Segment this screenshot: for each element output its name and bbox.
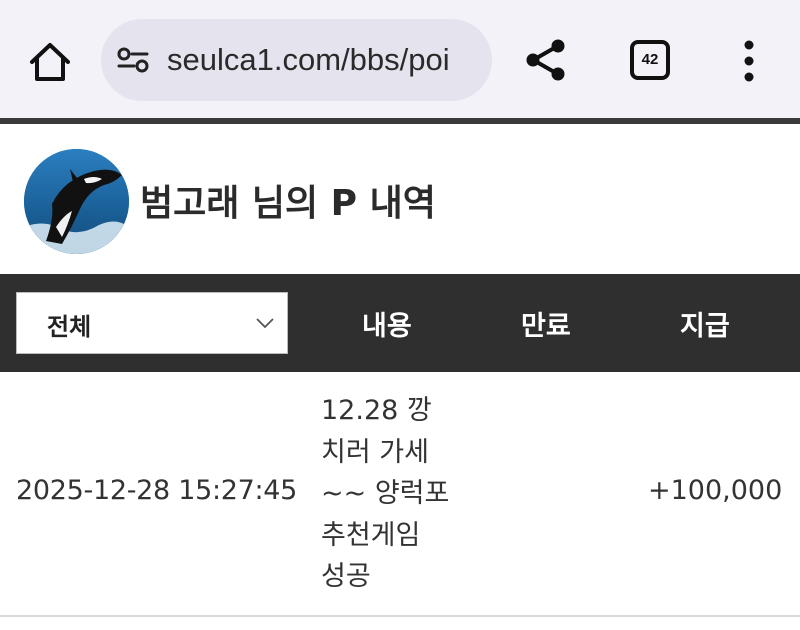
filter-selected-value: 전체 xyxy=(47,313,92,341)
row-content-line: 12.28 깡 xyxy=(321,395,432,426)
row-content-line: 성공 xyxy=(321,561,371,592)
table-header: 전체 내용 만료 지급 xyxy=(0,274,800,372)
row-content-line: ~~ 양럭포 xyxy=(321,478,450,509)
home-icon[interactable] xyxy=(24,36,76,88)
row-content-line: 추천게임 xyxy=(321,519,421,551)
row-content-line: 치러 가세 xyxy=(321,436,429,468)
row-amount: +100,000 xyxy=(648,475,783,506)
filter-dropdown[interactable]: 전체 xyxy=(16,292,288,354)
avatar xyxy=(24,149,129,254)
page-continuation xyxy=(0,617,800,630)
url-text[interactable]: seulca1.com/bbs/poi xyxy=(167,39,450,81)
column-header-expire: 만료 xyxy=(521,311,571,342)
browser-toolbar: seulca1.com/bbs/poi 42 xyxy=(0,0,800,118)
site-settings-icon[interactable] xyxy=(117,46,149,74)
tab-switcher-button[interactable]: 42 xyxy=(630,40,670,80)
share-icon[interactable] xyxy=(522,36,570,84)
chevron-down-icon xyxy=(255,315,275,329)
page-title: 범고래 님의 P 내역 xyxy=(140,183,436,224)
column-header-content: 내용 xyxy=(362,311,412,342)
profile-header: 범고래 님의 P 내역 xyxy=(0,124,800,274)
address-bar[interactable]: seulca1.com/bbs/poi xyxy=(101,19,492,101)
table-row: 2025-12-28 15:27:45 12.28 깡 치러 가세 ~~ 양럭포… xyxy=(0,372,800,616)
tab-count: 42 xyxy=(641,51,659,68)
row-content: 12.28 깡 치러 가세 ~~ 양럭포 추천게임 성공 xyxy=(321,390,461,598)
row-date: 2025-12-28 15:27:45 xyxy=(16,475,298,506)
more-menu-icon[interactable] xyxy=(738,38,760,84)
column-header-grant: 지급 xyxy=(680,311,730,342)
